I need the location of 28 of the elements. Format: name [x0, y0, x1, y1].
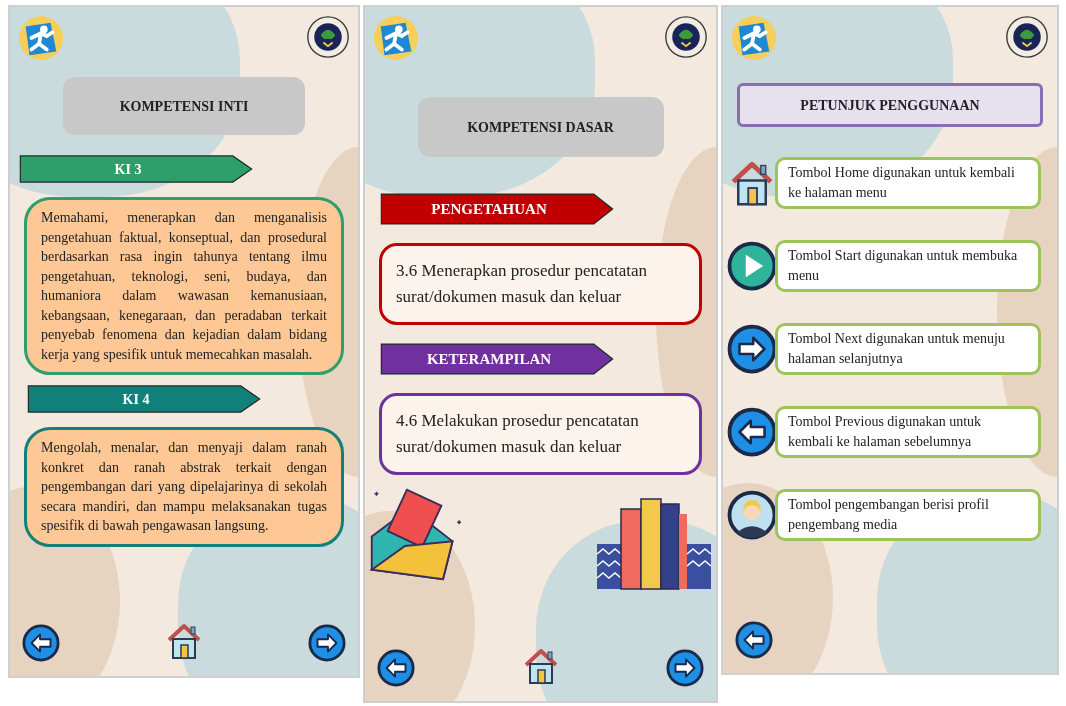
competence-text: Mengolah, menalar, dan menyaji dalam ranah konkret dan ranah abstrak terkait dengan pengembangan dari yang dipelajarinya di sekolah secara mandiri, dan mampu melaksanakan tugas spesifik di bawah pengawasan langsung. — [24, 427, 344, 547]
book-figure-logo — [731, 15, 777, 61]
instruction-text: Tombol Home digunakan untuk kembali ke halaman menu — [775, 157, 1041, 209]
section-banner: KI 3 — [18, 155, 254, 183]
page-title: KOMPETENSI INTI — [63, 77, 305, 135]
page-title: PETUNJUK PENGGUNAAN — [737, 83, 1043, 127]
section-banner: KI 4 — [26, 385, 262, 413]
competence-text: 4.6 Melakukan prosedur pencatatan surat/dokumen masuk dan keluar — [379, 393, 702, 475]
back-button[interactable] — [735, 621, 773, 659]
emblem-logo — [664, 15, 708, 59]
back-button[interactable] — [377, 649, 415, 687]
back-button[interactable] — [22, 624, 60, 662]
competence-text: Memahami, menerapkan dan menganalisis pengetahuan faktual, konseptual, dan prosedural berdasarkan rasa ingin tahunya tentang ilmu pengetahuan, teknologi, seni, budaya, dan humaniora dalam wawasan kemanusiaan, kebangsaan, kenegaraan, dan peradaban terkait penyebab fenomena dan kejadian dalam bidang kerja yang spesifik untuk memecahkan masalah. — [24, 197, 344, 375]
instruction-text: Tombol pengembangan berisi profil pengembang media — [775, 489, 1041, 541]
book-figure-logo — [18, 15, 64, 61]
instruction-text: Tombol Previous digunakan untuk kembali ke halaman sebelumnya — [775, 406, 1041, 458]
book-figure-logo — [373, 15, 419, 61]
page-title: KOMPETENSI DASAR — [417, 97, 664, 157]
instruction-text: Tombol Start digunakan untuk membuka menu — [775, 240, 1041, 292]
section-banner: PENGETAHUAN — [379, 193, 615, 225]
next-button[interactable] — [308, 624, 346, 662]
competence-text: 3.6 Menerapkan prosedur pencatatan surat/dokumen masuk dan keluar — [379, 243, 702, 325]
section-banner: KETERAMPILAN — [379, 343, 615, 375]
instruction-text: Tombol Next digunakan untuk menuju halaman selanjutnya — [775, 323, 1041, 375]
emblem-logo — [306, 15, 350, 59]
play-icon — [727, 241, 777, 291]
next-button[interactable] — [666, 649, 704, 687]
emblem-logo — [1005, 15, 1049, 59]
